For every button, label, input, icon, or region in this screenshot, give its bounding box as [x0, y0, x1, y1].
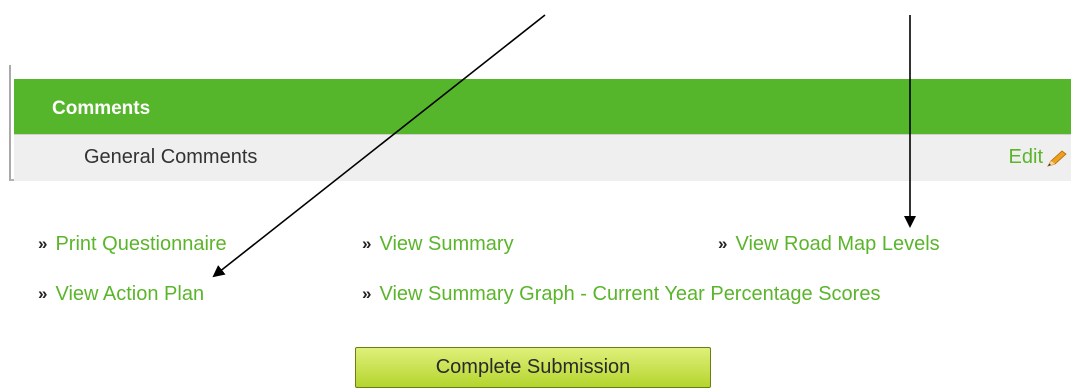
view-summary-graph-link[interactable]: » View Summary Graph - Current Year Perce…	[362, 283, 880, 306]
comments-panel-header: Comments	[14, 79, 1071, 134]
bullet-icon: »	[38, 284, 48, 303]
print-questionnaire-label: Print Questionnaire	[55, 233, 227, 255]
view-summary-graph-label: View Summary Graph - Current Year Percen…	[379, 283, 881, 305]
print-questionnaire-link[interactable]: » Print Questionnaire	[38, 233, 227, 256]
pencil-icon[interactable]	[1045, 150, 1067, 168]
edit-comments-link[interactable]: Edit	[1009, 146, 1043, 169]
bullet-icon: »	[718, 234, 728, 253]
bullet-icon: »	[362, 234, 372, 253]
view-summary-link[interactable]: » View Summary	[362, 233, 514, 256]
view-road-map-levels-label: View Road Map Levels	[735, 233, 940, 255]
annotation-arrows	[212, 14, 916, 278]
bullet-icon: »	[362, 284, 372, 303]
comments-panel-title: Comments	[52, 98, 151, 119]
general-comments-row: General Comments Edit	[14, 134, 1071, 181]
general-comments-label: General Comments	[84, 146, 258, 168]
bullet-icon: »	[38, 234, 48, 253]
view-action-plan-label: View Action Plan	[55, 283, 205, 305]
view-action-plan-link[interactable]: » View Action Plan	[38, 283, 204, 306]
complete-submission-button[interactable]: Complete Submission	[355, 347, 711, 388]
view-summary-label: View Summary	[379, 233, 514, 255]
view-road-map-levels-link[interactable]: » View Road Map Levels	[718, 233, 940, 256]
